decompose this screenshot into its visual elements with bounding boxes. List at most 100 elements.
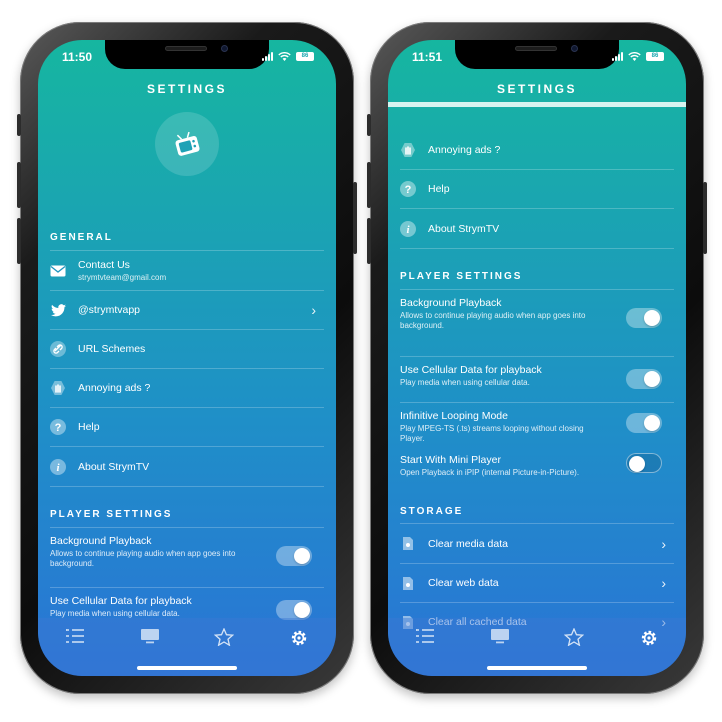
page-title: SETTINGS xyxy=(496,82,577,96)
list-icon xyxy=(416,629,435,643)
battery-icon: 86 xyxy=(296,52,314,61)
tab-list[interactable] xyxy=(61,628,89,652)
chevron-right-icon: › xyxy=(661,535,666,552)
file-icon xyxy=(400,536,416,552)
info-icon: i xyxy=(50,458,66,475)
contact-us-label: Contact Us xyxy=(78,259,130,271)
about-row[interactable]: i About StrymTV xyxy=(50,446,324,486)
divider xyxy=(50,486,324,487)
clear-web-data-row[interactable]: Clear web data › xyxy=(400,563,674,602)
status-time: 11:51 xyxy=(412,50,443,64)
stage: 11:50 86 SETTINGS GENERAL Contact Us stry… xyxy=(0,0,722,722)
section-player-settings: PLAYER SETTINGS xyxy=(50,509,173,520)
background-playback-toggle[interactable] xyxy=(276,546,312,566)
section-storage: STORAGE xyxy=(400,506,464,517)
gear-icon xyxy=(641,630,656,646)
mini-player-toggle[interactable] xyxy=(626,453,662,473)
about-label: About StrymTV xyxy=(428,222,500,235)
tab-tv[interactable] xyxy=(486,628,514,652)
cellular-data-toggle[interactable] xyxy=(276,600,312,620)
side-button xyxy=(703,182,707,254)
status-bar: 11:50 86 xyxy=(38,50,336,68)
question-icon: ? xyxy=(400,181,416,197)
mini-player-row: Start With Mini Player Open Playback in … xyxy=(400,447,674,487)
infinitive-looping-row: Infinitive Looping Mode Play MPEG-TS (.t… xyxy=(400,402,674,447)
contact-us-row[interactable]: Contact Us strymtvteam@gmail.com xyxy=(50,250,324,290)
star-icon xyxy=(214,628,235,646)
setting-title: Background Playback xyxy=(50,535,152,547)
annoying-ads-label: Annoying ads ? xyxy=(78,382,151,394)
background-playback-toggle[interactable] xyxy=(626,308,662,328)
tab-settings[interactable] xyxy=(635,628,663,652)
contact-email: strymtvteam@gmail.com xyxy=(78,273,167,282)
status-bar: 11:51 86 xyxy=(388,50,686,68)
about-label: About StrymTV xyxy=(78,460,150,473)
side-button xyxy=(17,114,21,136)
twitter-icon xyxy=(50,302,66,318)
tab-settings[interactable] xyxy=(285,628,313,652)
list-icon xyxy=(66,629,85,643)
svg-text:?: ? xyxy=(55,422,62,434)
about-row[interactable]: i About StrymTV xyxy=(400,208,674,248)
side-button xyxy=(353,182,357,254)
side-button xyxy=(17,162,21,208)
clear-media-data-label: Clear media data xyxy=(428,537,508,550)
gear-icon xyxy=(291,630,306,646)
home-indicator[interactable] xyxy=(137,666,237,670)
question-icon: ? xyxy=(50,419,66,435)
status-time: 11:50 xyxy=(62,50,93,64)
annoying-ads-row[interactable]: Annoying ads ? xyxy=(50,368,324,407)
annoying-ads-label: Annoying ads ? xyxy=(428,143,501,156)
tab-tv[interactable] xyxy=(136,628,164,652)
file-icon xyxy=(400,575,416,591)
header-divider xyxy=(388,102,686,107)
battery-icon: 86 xyxy=(646,52,664,61)
setting-title: Background Playback xyxy=(400,297,502,309)
help-row[interactable]: ? Help xyxy=(50,407,324,446)
phone-right: 11:51 86 SETTINGS Annoying ads ? ? Help … xyxy=(367,22,707,694)
cellular-data-toggle[interactable] xyxy=(626,369,662,389)
setting-description: Allows to continue playing audio when ap… xyxy=(400,311,586,330)
page-title: SETTINGS xyxy=(146,82,227,96)
svg-text:?: ? xyxy=(405,184,412,196)
twitter-label: @strymtvapp xyxy=(78,304,141,316)
mail-icon xyxy=(50,263,66,279)
hand-icon xyxy=(50,380,66,396)
url-schemes-row[interactable]: URL Schemes xyxy=(50,329,324,368)
tab-list[interactable] xyxy=(411,628,439,652)
cellular-data-row: Use Cellular Data for playback Play medi… xyxy=(400,356,674,402)
tab-favorites[interactable] xyxy=(560,628,588,652)
divider xyxy=(400,248,674,249)
background-playback-row: Background Playback Allows to continue p… xyxy=(400,289,674,346)
tab-favorites[interactable] xyxy=(210,628,238,652)
clear-media-data-row[interactable]: Clear media data › xyxy=(400,523,674,563)
signal-icon xyxy=(262,52,273,61)
setting-description: Play MPEG-TS (.ts) streams looping witho… xyxy=(400,424,584,443)
phone-left: 11:50 86 SETTINGS GENERAL Contact Us stry… xyxy=(17,22,357,694)
signal-icon xyxy=(612,52,623,61)
wifi-icon xyxy=(278,52,291,61)
help-label: Help xyxy=(428,183,450,195)
tv-logo-icon xyxy=(155,112,219,176)
clear-web-data-label: Clear web data xyxy=(428,577,499,589)
chevron-right-icon: › xyxy=(661,575,666,591)
section-general: GENERAL xyxy=(50,232,113,243)
side-button xyxy=(17,218,21,264)
star-icon xyxy=(564,628,585,646)
setting-description: Play media when using cellular data. xyxy=(400,378,530,387)
home-indicator[interactable] xyxy=(487,666,587,670)
url-schemes-label: URL Schemes xyxy=(78,343,146,355)
info-icon: i xyxy=(400,220,416,237)
annoying-ads-row[interactable]: Annoying ads ? xyxy=(400,130,674,169)
side-button xyxy=(367,114,371,136)
screen-right: 11:51 86 SETTINGS Annoying ads ? ? Help … xyxy=(388,40,686,676)
infinitive-looping-toggle[interactable] xyxy=(626,413,662,433)
setting-description: Allows to continue playing audio when ap… xyxy=(50,549,236,568)
side-button xyxy=(367,218,371,264)
help-label: Help xyxy=(78,421,100,433)
section-player-settings: PLAYER SETTINGS xyxy=(400,271,523,282)
link-icon xyxy=(50,341,66,357)
help-row[interactable]: ? Help xyxy=(400,169,674,208)
setting-description: Open Playback in iPIP (internal Picture-… xyxy=(400,468,580,477)
twitter-row[interactable]: @strymtvapp › xyxy=(50,290,324,329)
